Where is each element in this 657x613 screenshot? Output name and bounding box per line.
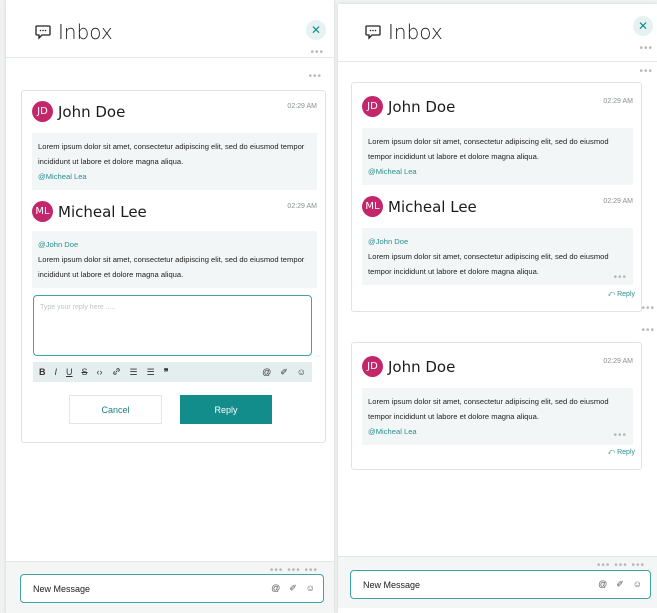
more-dots-icon[interactable]: •••: [641, 304, 655, 314]
attach-icon[interactable]: ✐: [280, 367, 288, 378]
reply-input[interactable]: Type your reply here .....: [33, 295, 312, 356]
link-icon[interactable]: [112, 367, 121, 378]
close-button[interactable]: ✕: [633, 16, 653, 36]
new-message-input[interactable]: New Message @ ✐ ☺: [20, 574, 324, 603]
message-time: 02:29 AM: [287, 203, 317, 210]
inbox-panel-right: Inbox ✕ ••• ••• JD John Doe 02:29 AM Lor…: [338, 4, 657, 613]
mention-link[interactable]: @John Doe: [38, 237, 311, 252]
inbox-panel-left: Inbox ✕ ••• ••• JD John Doe 02:29 AM Lor…: [6, 0, 334, 613]
reply-link[interactable]: ⤺ Reply: [608, 449, 635, 457]
new-message-input[interactable]: New Message @ ✐ ☺: [350, 570, 651, 599]
more-dots-icon[interactable]: •••: [613, 273, 627, 283]
new-message-label: New Message: [33, 583, 91, 594]
mention-link[interactable]: @Micheal Lea: [368, 424, 627, 439]
avatar: JD: [362, 96, 383, 117]
reply-link[interactable]: ⤺ Reply: [608, 291, 635, 299]
reply-button[interactable]: Reply: [180, 395, 272, 424]
italic-icon[interactable]: I: [55, 367, 58, 377]
formatting-toolbar: B I U S ‹› ☰ ☰ ❞ @ ✐ ☺: [33, 362, 312, 382]
thread-card: JD John Doe 02:29 AM Lorem ipsum dolor s…: [351, 82, 642, 312]
author-name: John Doe: [388, 98, 456, 116]
bullet-list-icon[interactable]: ☰: [147, 367, 155, 378]
more-dots-icon[interactable]: •••: [639, 67, 653, 77]
emoji-icon[interactable]: ☺: [297, 367, 306, 378]
message-text: Lorem ipsum dolor sit amet, consectetur …: [368, 397, 609, 421]
message-time: 02:29 AM: [603, 358, 633, 365]
more-dots-icon[interactable]: •••: [308, 72, 322, 82]
chat-bubble-icon: [34, 23, 52, 41]
author-name: Micheal Lee: [58, 203, 147, 221]
mention-icon[interactable]: @: [271, 583, 280, 594]
author-name: John Doe: [58, 103, 126, 121]
avatar: JD: [362, 356, 383, 377]
message-bubble: Lorem ipsum dolor sit amet, consectetur …: [362, 388, 633, 445]
chat-bubble-icon: [364, 23, 382, 41]
message-text: Lorem ipsum dolor sit amet, consectetur …: [368, 137, 609, 161]
author-name: John Doe: [388, 358, 456, 376]
message-time: 02:29 AM: [603, 98, 633, 105]
avatar: ML: [32, 201, 53, 222]
message-item: ML Micheal Lee 02:29 AM @John Doe Lorem …: [362, 196, 633, 286]
emoji-icon[interactable]: ☺: [306, 583, 315, 594]
reply-placeholder: Type your reply here .....: [40, 304, 116, 311]
close-icon: ✕: [310, 23, 322, 37]
attach-icon[interactable]: ✐: [616, 579, 624, 590]
close-button[interactable]: ✕: [306, 20, 326, 40]
title-text: Inbox: [58, 20, 113, 44]
message-bubble: @John Doe Lorem ipsum dolor sit amet, co…: [32, 231, 317, 288]
more-dots-icon[interactable]: •••: [310, 48, 324, 58]
avatar: JD: [32, 101, 53, 122]
quote-icon[interactable]: ❞: [164, 367, 169, 378]
message-item: JD John Doe 02:29 AM Lorem ipsum dolor s…: [32, 101, 317, 191]
mention-icon[interactable]: @: [598, 579, 607, 590]
ordered-list-icon[interactable]: ☰: [130, 367, 138, 378]
close-icon: ✕: [637, 19, 649, 33]
more-dots-icon[interactable]: •••: [641, 326, 655, 336]
underline-icon[interactable]: U: [66, 367, 73, 377]
panel-header: Inbox ✕ •••: [6, 0, 334, 58]
more-dots-icon[interactable]: •••: [613, 431, 627, 441]
title-text: Inbox: [388, 20, 443, 44]
emoji-icon[interactable]: ☺: [633, 579, 642, 590]
strikethrough-icon[interactable]: S: [82, 367, 88, 377]
page-title: Inbox: [364, 20, 443, 44]
message-text: Lorem ipsum dolor sit amet, consectetur …: [368, 252, 609, 276]
message-text: Lorem ipsum dolor sit amet, consectetur …: [38, 142, 305, 166]
message-item: JD John Doe 02:29 AM Lorem ipsum dolor s…: [362, 356, 633, 446]
message-bubble: Lorem ipsum dolor sit amet, consectetur …: [32, 133, 317, 190]
author-name: Micheal Lee: [388, 198, 477, 216]
mention-link[interactable]: @Micheal Lea: [38, 169, 311, 184]
mention-link[interactable]: @Micheal Lea: [368, 164, 627, 179]
composer-footer: ••• ••• ••• New Message @ ✐ ☺: [338, 556, 657, 608]
panel-header: Inbox ✕ •••: [338, 4, 657, 62]
new-message-label: New Message: [363, 579, 421, 590]
bold-icon[interactable]: B: [39, 367, 46, 377]
more-dots-icon[interactable]: •••: [639, 44, 653, 54]
attach-icon[interactable]: ✐: [289, 583, 297, 594]
thread-card: JD John Doe 02:29 AM Lorem ipsum dolor s…: [351, 342, 642, 470]
message-time: 02:29 AM: [287, 103, 317, 110]
cancel-button[interactable]: Cancel: [69, 395, 162, 424]
code-icon[interactable]: ‹›: [97, 367, 103, 377]
page-title: Inbox: [34, 20, 113, 44]
composer-footer: ••• ••• ••• New Message @ ✐ ☺: [6, 561, 334, 613]
mention-icon[interactable]: @: [262, 367, 271, 378]
avatar: ML: [362, 196, 383, 217]
mention-link[interactable]: @John Doe: [368, 234, 627, 249]
message-bubble: @John Doe Lorem ipsum dolor sit amet, co…: [362, 228, 633, 285]
message-bubble: Lorem ipsum dolor sit amet, consectetur …: [362, 128, 633, 185]
message-item: JD John Doe 02:29 AM Lorem ipsum dolor s…: [362, 96, 633, 186]
message-text: Lorem ipsum dolor sit amet, consectetur …: [38, 255, 305, 279]
thread-card: JD John Doe 02:29 AM Lorem ipsum dolor s…: [21, 90, 326, 443]
message-item: ML Micheal Lee 02:29 AM @John Doe Lorem …: [32, 201, 317, 291]
message-time: 02:29 AM: [603, 198, 633, 205]
